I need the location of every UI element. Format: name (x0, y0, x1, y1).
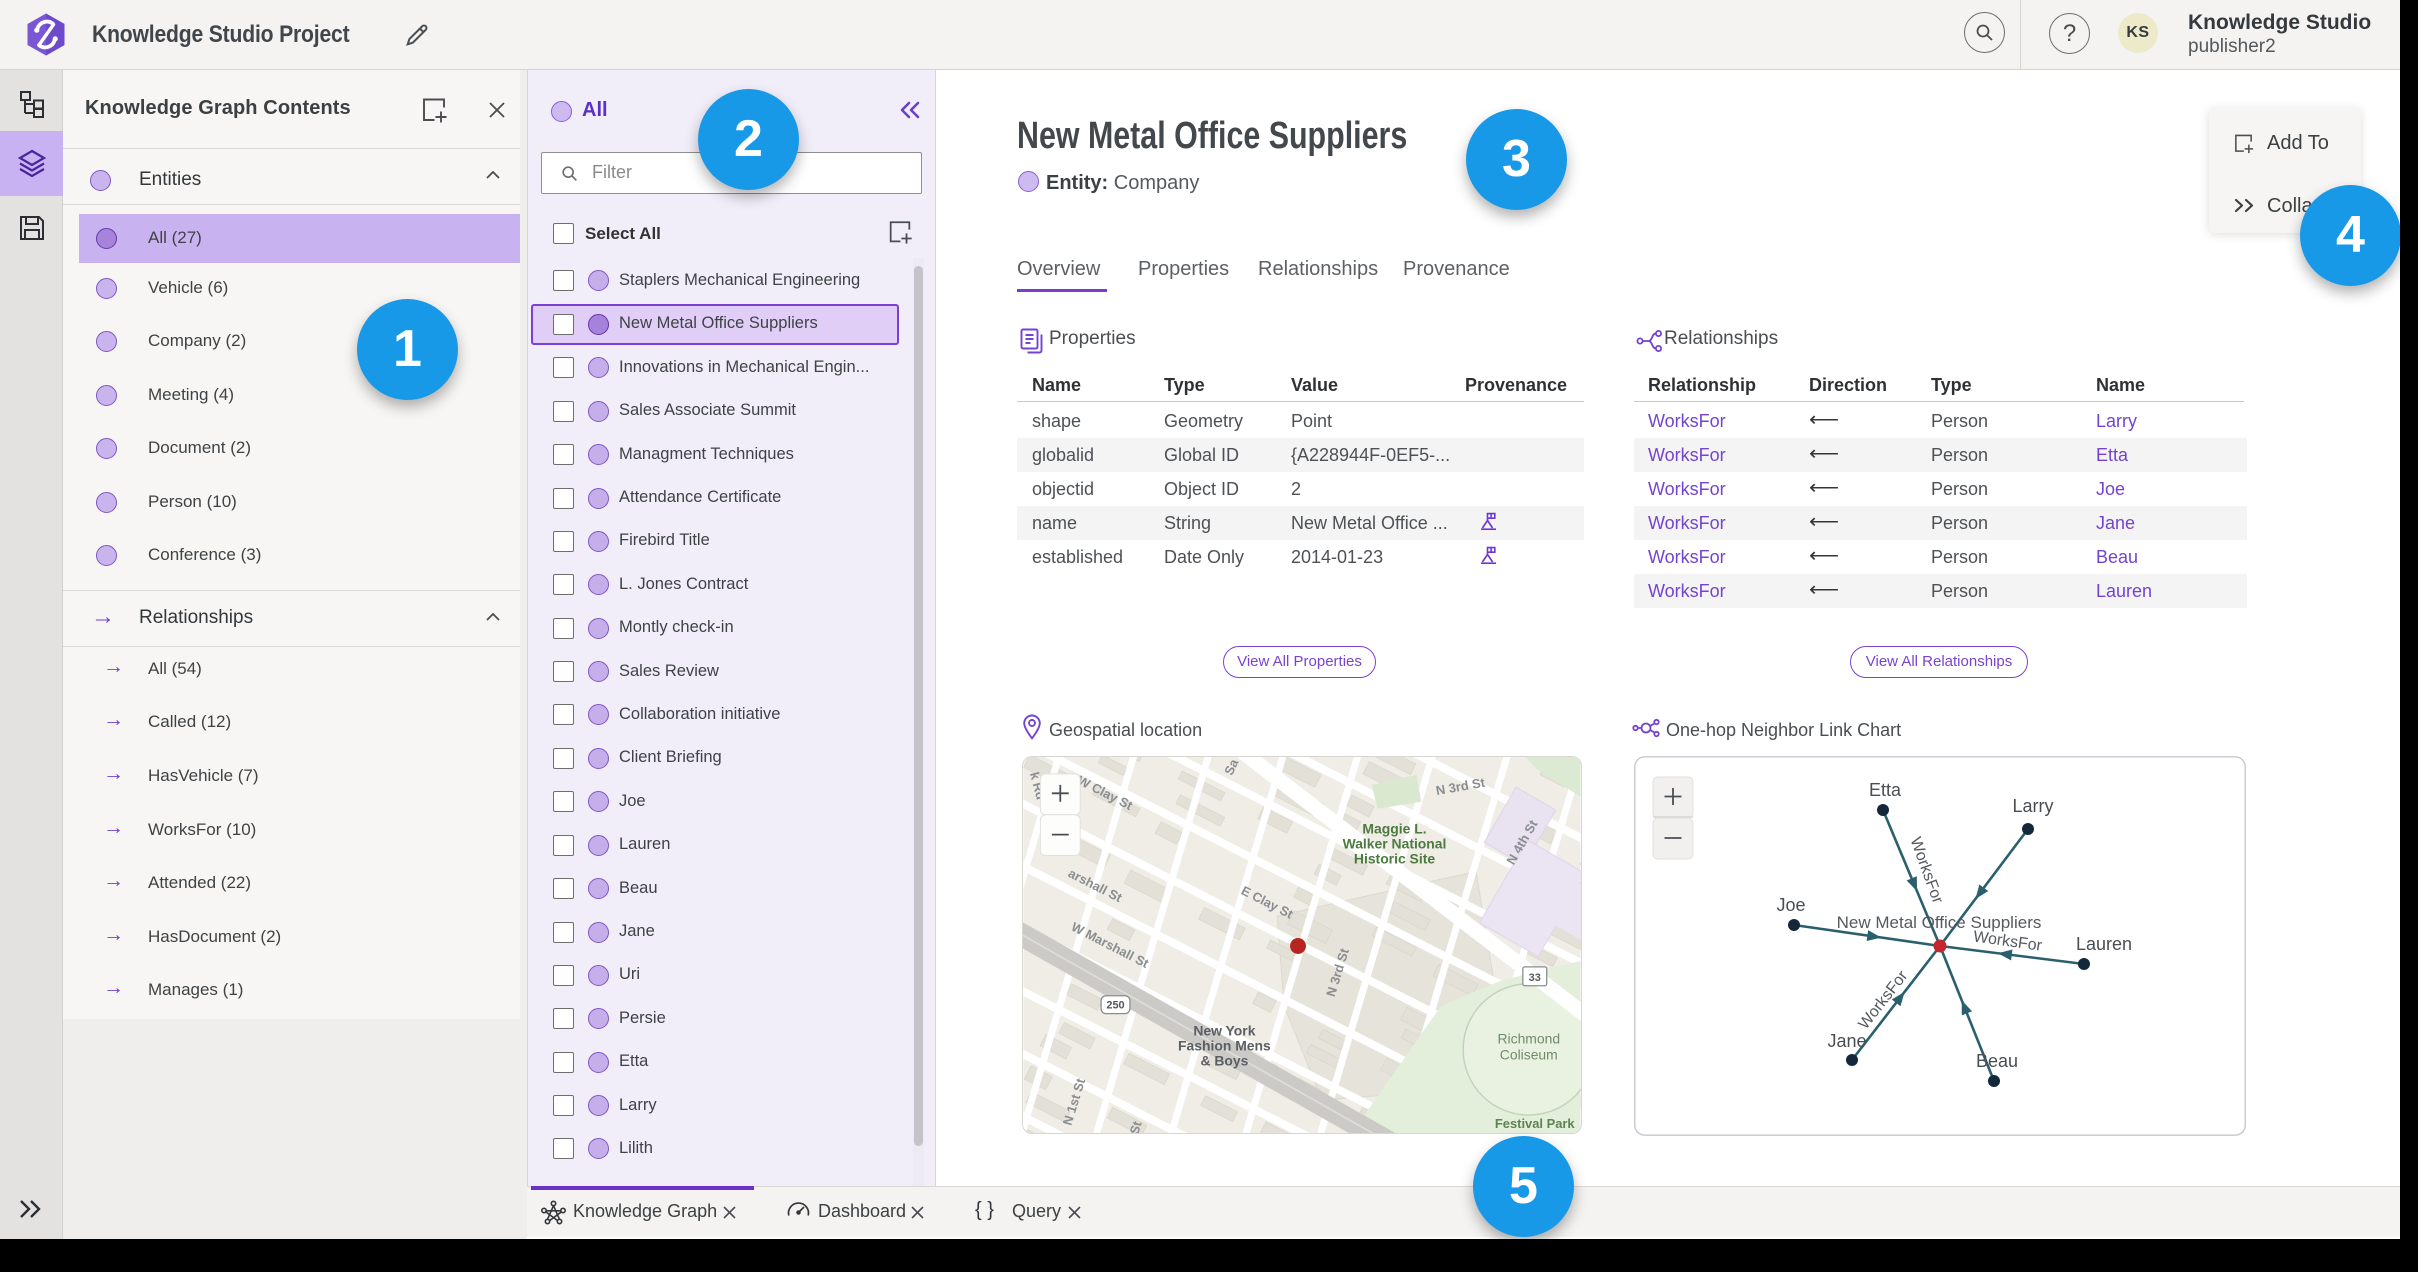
svg-text:New Metal Office Suppliers: New Metal Office Suppliers (1837, 913, 2042, 932)
svg-text:Fashion Mens: Fashion Mens (1178, 1037, 1271, 1053)
svg-text:Jane: Jane (1827, 1031, 1866, 1051)
svg-text:Etta: Etta (1869, 780, 1902, 800)
svg-text:Richmond: Richmond (1497, 1030, 1560, 1046)
svg-text:33: 33 (1529, 972, 1541, 984)
svg-text:250: 250 (1106, 1000, 1124, 1012)
svg-text:Joe: Joe (1776, 895, 1805, 915)
svg-text:Lauren: Lauren (2076, 934, 2132, 954)
svg-text:Maggie L.: Maggie L. (1362, 821, 1426, 837)
svg-text:Larry: Larry (2012, 796, 2053, 816)
svg-text:& Boys: & Boys (1200, 1052, 1248, 1068)
svg-text:Coliseum: Coliseum (1500, 1046, 1558, 1062)
svg-text:New York: New York (1193, 1023, 1255, 1039)
svg-text:Beau: Beau (1976, 1051, 2018, 1071)
svg-text:Festival Park: Festival Park (1495, 1116, 1576, 1131)
svg-text:Walker National: Walker National (1343, 836, 1447, 852)
svg-text:Historic Site: Historic Site (1354, 850, 1435, 866)
